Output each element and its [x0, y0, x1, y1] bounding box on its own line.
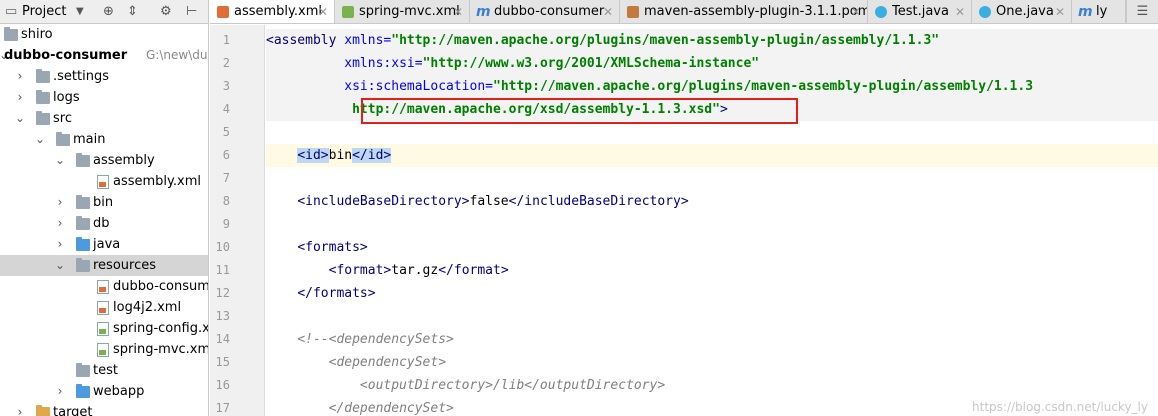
close-icon[interactable]: ✕: [1055, 0, 1065, 23]
chevron-down-icon[interactable]: ⌄: [14, 108, 26, 129]
tree-item-java[interactable]: › java: [0, 234, 208, 255]
source-folder-icon: [76, 237, 90, 251]
tree-item-webapp[interactable]: › webapp: [0, 381, 208, 402]
chevron-down-icon[interactable]: ▼: [76, 0, 84, 24]
xml-file-icon: [97, 280, 109, 294]
xml-file-icon: [97, 175, 109, 189]
folder-icon: [76, 195, 90, 209]
tab-test-java[interactable]: Test.java ✕: [868, 0, 972, 23]
code-line-12: </formats>: [297, 286, 376, 301]
chevron-down-icon[interactable]: ⌄: [34, 129, 46, 150]
tab-one-java[interactable]: One.java ✕: [972, 0, 1072, 23]
maven-icon: m: [476, 4, 491, 20]
spring-xml-file-icon: [342, 6, 354, 18]
project-view-selector[interactable]: Project: [22, 0, 66, 24]
close-icon[interactable]: ✕: [318, 0, 328, 23]
watermark: https://blog.csdn.net/lucky_ly: [972, 400, 1148, 414]
folder-icon: [4, 27, 18, 41]
tree-item-test[interactable]: test: [0, 360, 208, 381]
project-panel: ▭ Project ▼ ⊕ ⇕ ⚙ ⊢ shiro ⌄ dubbo-consum…: [0, 0, 209, 416]
tree-item-db[interactable]: › db: [0, 213, 208, 234]
pom-file-icon: [627, 6, 639, 18]
tree-item-assembly[interactable]: ⌄ assembly: [0, 150, 208, 171]
tree-item-src[interactable]: ⌄ src: [0, 108, 208, 129]
folder-icon: [76, 153, 90, 167]
maven-icon: m: [1078, 4, 1093, 20]
close-icon[interactable]: ✕: [603, 0, 613, 23]
code-line-1: <assembly xmlns="http://maven.apache.org…: [266, 29, 1158, 52]
xml-file-icon: [97, 301, 109, 315]
web-folder-icon: [76, 384, 90, 398]
close-icon[interactable]: ✕: [955, 0, 965, 23]
chevron-down-icon[interactable]: ⌄: [54, 255, 66, 276]
chevron-right-icon[interactable]: ›: [54, 381, 66, 402]
tab-maven-assembly-plugin-pom[interactable]: maven-assembly-plugin-3.1.1.pom ✕: [620, 0, 868, 23]
close-icon[interactable]: ✕: [851, 0, 861, 23]
gear-icon[interactable]: ⚙: [160, 0, 172, 24]
code-line-11: <format>tar.gz</format>: [328, 263, 509, 278]
tab-ly[interactable]: m ly: [1072, 0, 1126, 23]
tab-spring-mvc-xml[interactable]: spring-mvc.xml ✕: [335, 0, 470, 23]
java-class-icon: [875, 6, 887, 18]
xml-file-icon: [217, 6, 229, 18]
chevron-right-icon[interactable]: ›: [54, 234, 66, 255]
tree-item-shiro[interactable]: shiro: [0, 24, 208, 45]
chevron-right-icon[interactable]: ›: [14, 402, 26, 416]
tree-item-spring-config-xml[interactable]: spring-config.xm: [0, 318, 208, 339]
code-line-8: <includeBaseDirectory>false</includeBase…: [297, 194, 689, 209]
tree-item-dubbo-consumer-xml[interactable]: dubbo-consume: [0, 276, 208, 297]
java-class-icon: [979, 6, 991, 18]
tree-item-main[interactable]: ⌄ main: [0, 129, 208, 150]
tree-item-log4j2-xml[interactable]: log4j2.xml: [0, 297, 208, 318]
code-editor[interactable]: 1 2 3 4 5 6 7 8 9 10 11 12 13 14 15 16 1…: [210, 25, 1158, 416]
folder-icon: [56, 132, 70, 146]
folder-icon: [36, 111, 50, 125]
tree-item-dubbo-consumer[interactable]: ⌄ dubbo-consumer G:\new\dub: [0, 45, 208, 66]
target-icon[interactable]: ⊕: [103, 0, 114, 24]
chevron-right-icon[interactable]: ›: [14, 66, 26, 87]
chevron-down-icon[interactable]: ⌄: [54, 150, 66, 171]
line-number-gutter: 1 2 3 4 5 6 7 8 9 10 11 12 13 14 15 16 1…: [210, 25, 279, 416]
chevron-right-icon[interactable]: ›: [14, 87, 26, 108]
tree-item-assembly-xml[interactable]: assembly.xml: [0, 171, 208, 192]
code-line-2: xmlns:xsi="http://www.w3.org/2001/XMLSch…: [266, 52, 1158, 75]
annotation-highlight-box: [361, 98, 798, 124]
tree-item-bin[interactable]: › bin: [0, 192, 208, 213]
editor-tab-bar: assembly.xml ✕ spring-mvc.xml ✕ m dubbo-…: [210, 0, 1158, 24]
spring-xml-file-icon: [97, 322, 109, 336]
code-line-10: <formats>: [297, 240, 368, 255]
folder-icon: [76, 363, 90, 377]
tree-item-target[interactable]: › target: [0, 402, 208, 416]
folder-icon: [36, 69, 50, 83]
tree-item-spring-mvc-xml[interactable]: spring-mvc.xml: [0, 339, 208, 360]
close-icon[interactable]: ✕: [453, 0, 463, 23]
project-panel-header: ▭ Project ▼ ⊕ ⇕ ⚙ ⊢: [0, 0, 208, 24]
tab-overflow-menu[interactable]: ☰: [1126, 0, 1158, 23]
code-line-14: <!--<dependencySets>: [297, 332, 454, 347]
chevron-right-icon[interactable]: ›: [54, 192, 66, 213]
code-line-15: <dependencySet>: [328, 355, 447, 370]
collapse-icon[interactable]: ⇕: [127, 0, 138, 24]
code-line-6: <id>bin</id>: [266, 144, 1158, 167]
folder-icon: [36, 90, 50, 104]
code-line-16: <outputDirectory>/lib</outputDirectory>: [359, 378, 666, 393]
chevron-right-icon[interactable]: ›: [54, 213, 66, 234]
tab-assembly-xml[interactable]: assembly.xml ✕: [210, 0, 335, 23]
project-view-icon[interactable]: ▭: [5, 0, 17, 24]
tree-item-logs[interactable]: › logs: [0, 87, 208, 108]
hide-icon[interactable]: ⊢: [186, 0, 197, 24]
tab-dubbo-consumer[interactable]: m dubbo-consumer ✕: [470, 0, 620, 23]
excluded-folder-icon: [36, 405, 50, 416]
tree-item-resources[interactable]: ⌄ resources: [0, 255, 208, 276]
resources-folder-icon: [76, 258, 90, 272]
tree-item-settings[interactable]: › .settings: [0, 66, 208, 87]
spring-xml-file-icon: [97, 343, 109, 357]
folder-icon: [76, 216, 90, 230]
code-line-3: xsi:schemaLocation="http://maven.apache.…: [266, 75, 1158, 98]
